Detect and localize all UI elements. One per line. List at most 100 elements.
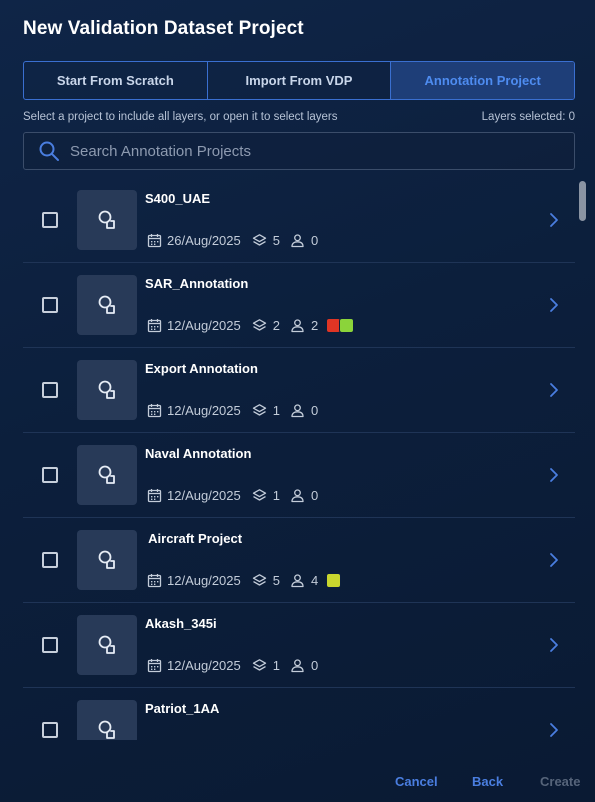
dialog-title: New Validation Dataset Project <box>23 18 304 39</box>
source-tabs: Start From Scratch Import From VDP Annot… <box>23 61 575 100</box>
project-checkbox[interactable] <box>42 722 58 738</box>
calendar-icon <box>147 658 162 673</box>
project-row[interactable]: Aircraft Project 12/Aug/2025 5 4 <box>23 518 575 603</box>
user-icon <box>290 488 305 503</box>
selection-hint: Select a project to include all layers, … <box>23 111 338 123</box>
project-icon <box>98 295 115 314</box>
user-icon <box>290 403 305 418</box>
project-row[interactable]: Export Annotation 12/Aug/2025 1 0 <box>23 348 575 433</box>
layer-count: 2 <box>272 317 280 333</box>
project-icon <box>98 380 115 399</box>
project-meta: 12/Aug/2025 1 0 <box>147 401 326 419</box>
project-row[interactable]: Akash_345i 12/Aug/2025 1 0 <box>23 603 575 688</box>
layers-icon <box>252 573 267 588</box>
project-icon <box>98 635 115 654</box>
project-icon <box>98 550 115 569</box>
calendar-icon <box>147 488 162 503</box>
tab-annotation-project[interactable]: Annotation Project <box>391 62 574 99</box>
layer-count: 5 <box>272 232 280 248</box>
project-name: Aircraft Project <box>145 531 243 546</box>
project-meta: 26/Aug/2025 5 0 <box>147 231 326 249</box>
project-icon <box>98 465 115 484</box>
chevron-right-icon[interactable] <box>547 382 561 398</box>
project-date: 12/Aug/2025 <box>167 317 241 333</box>
project-checkbox[interactable] <box>42 382 58 398</box>
calendar-icon <box>147 573 162 588</box>
tab-start-from-scratch[interactable]: Start From Scratch <box>24 62 208 99</box>
chevron-right-icon[interactable] <box>547 212 561 228</box>
project-row[interactable]: Naval Annotation 12/Aug/2025 1 0 <box>23 433 575 518</box>
create-button[interactable]: Create <box>540 774 580 789</box>
user-status-badges <box>326 317 355 333</box>
user-count: 4 <box>310 572 319 588</box>
layer-count: 1 <box>272 487 280 503</box>
new-vdp-dialog: New Validation Dataset Project Start Fro… <box>0 0 595 802</box>
chevron-right-icon[interactable] <box>547 552 561 568</box>
user-count: 0 <box>310 657 319 673</box>
project-checkbox[interactable] <box>42 212 58 228</box>
user-count: 0 <box>310 487 319 503</box>
project-checkbox[interactable] <box>42 637 58 653</box>
project-date: 12/Aug/2025 <box>167 487 241 503</box>
project-name: Export Annotation <box>145 361 258 376</box>
project-thumbnail <box>77 360 137 420</box>
user-icon <box>290 233 305 248</box>
layers-icon <box>252 318 267 333</box>
user-status-badge <box>326 572 342 588</box>
project-meta: 12/Aug/2025 1 0 <box>147 656 326 674</box>
chevron-right-icon[interactable] <box>547 637 561 653</box>
project-meta: 12/Aug/2025 1 0 <box>147 486 326 504</box>
list-scrollbar[interactable] <box>579 181 586 221</box>
user-count: 0 <box>310 402 319 418</box>
user-status-badge <box>339 317 355 333</box>
search-icon <box>39 141 59 161</box>
project-row[interactable]: SAR_Annotation 12/Aug/2025 2 2 <box>23 263 575 348</box>
project-icon <box>98 210 115 229</box>
project-checkbox[interactable] <box>42 467 58 483</box>
project-meta: 12/Aug/2025 2 2 <box>147 316 355 334</box>
project-meta: 12/Aug/2025 5 4 <box>147 571 342 589</box>
project-name: Patriot_1AA <box>145 701 220 716</box>
project-name: S400_UAE <box>145 191 211 206</box>
project-name: Akash_345i <box>145 616 217 631</box>
project-date: 12/Aug/2025 <box>167 572 241 588</box>
project-list: S400_UAE 26/Aug/2025 5 0 SAR_Annotation 12/Au… <box>23 178 575 740</box>
layer-count: 5 <box>272 572 280 588</box>
project-row[interactable]: S400_UAE 26/Aug/2025 5 0 <box>23 178 575 263</box>
user-icon <box>290 318 305 333</box>
search-box <box>23 132 575 170</box>
chevron-right-icon[interactable] <box>547 297 561 313</box>
project-date: 12/Aug/2025 <box>167 657 241 673</box>
layers-icon <box>252 233 267 248</box>
layers-icon <box>252 658 267 673</box>
project-checkbox[interactable] <box>42 297 58 313</box>
project-thumbnail <box>77 700 137 740</box>
project-row[interactable]: Patriot_1AA <box>23 688 575 740</box>
project-thumbnail <box>77 530 137 590</box>
chevron-right-icon[interactable] <box>547 467 561 483</box>
user-count: 2 <box>310 317 319 333</box>
user-status-badges <box>326 572 342 588</box>
project-checkbox[interactable] <box>42 552 58 568</box>
tab-import-from-vdp[interactable]: Import From VDP <box>208 62 392 99</box>
calendar-icon <box>147 318 162 333</box>
calendar-icon <box>147 233 162 248</box>
layers-icon <box>252 488 267 503</box>
search-input[interactable] <box>70 142 574 160</box>
cancel-button[interactable]: Cancel <box>395 774 438 789</box>
project-thumbnail <box>77 445 137 505</box>
chevron-right-icon[interactable] <box>547 722 561 738</box>
project-date: 26/Aug/2025 <box>167 232 241 248</box>
layer-count: 1 <box>272 402 280 418</box>
project-thumbnail <box>77 615 137 675</box>
user-count: 0 <box>310 232 319 248</box>
back-button[interactable]: Back <box>472 774 503 789</box>
project-date: 12/Aug/2025 <box>167 402 241 418</box>
project-name: SAR_Annotation <box>145 276 249 291</box>
calendar-icon <box>147 403 162 418</box>
project-name: Naval Annotation <box>145 446 252 461</box>
user-icon <box>290 573 305 588</box>
layers-icon <box>252 403 267 418</box>
project-thumbnail <box>77 190 137 250</box>
layers-selected-count: Layers selected: 0 <box>481 111 575 123</box>
